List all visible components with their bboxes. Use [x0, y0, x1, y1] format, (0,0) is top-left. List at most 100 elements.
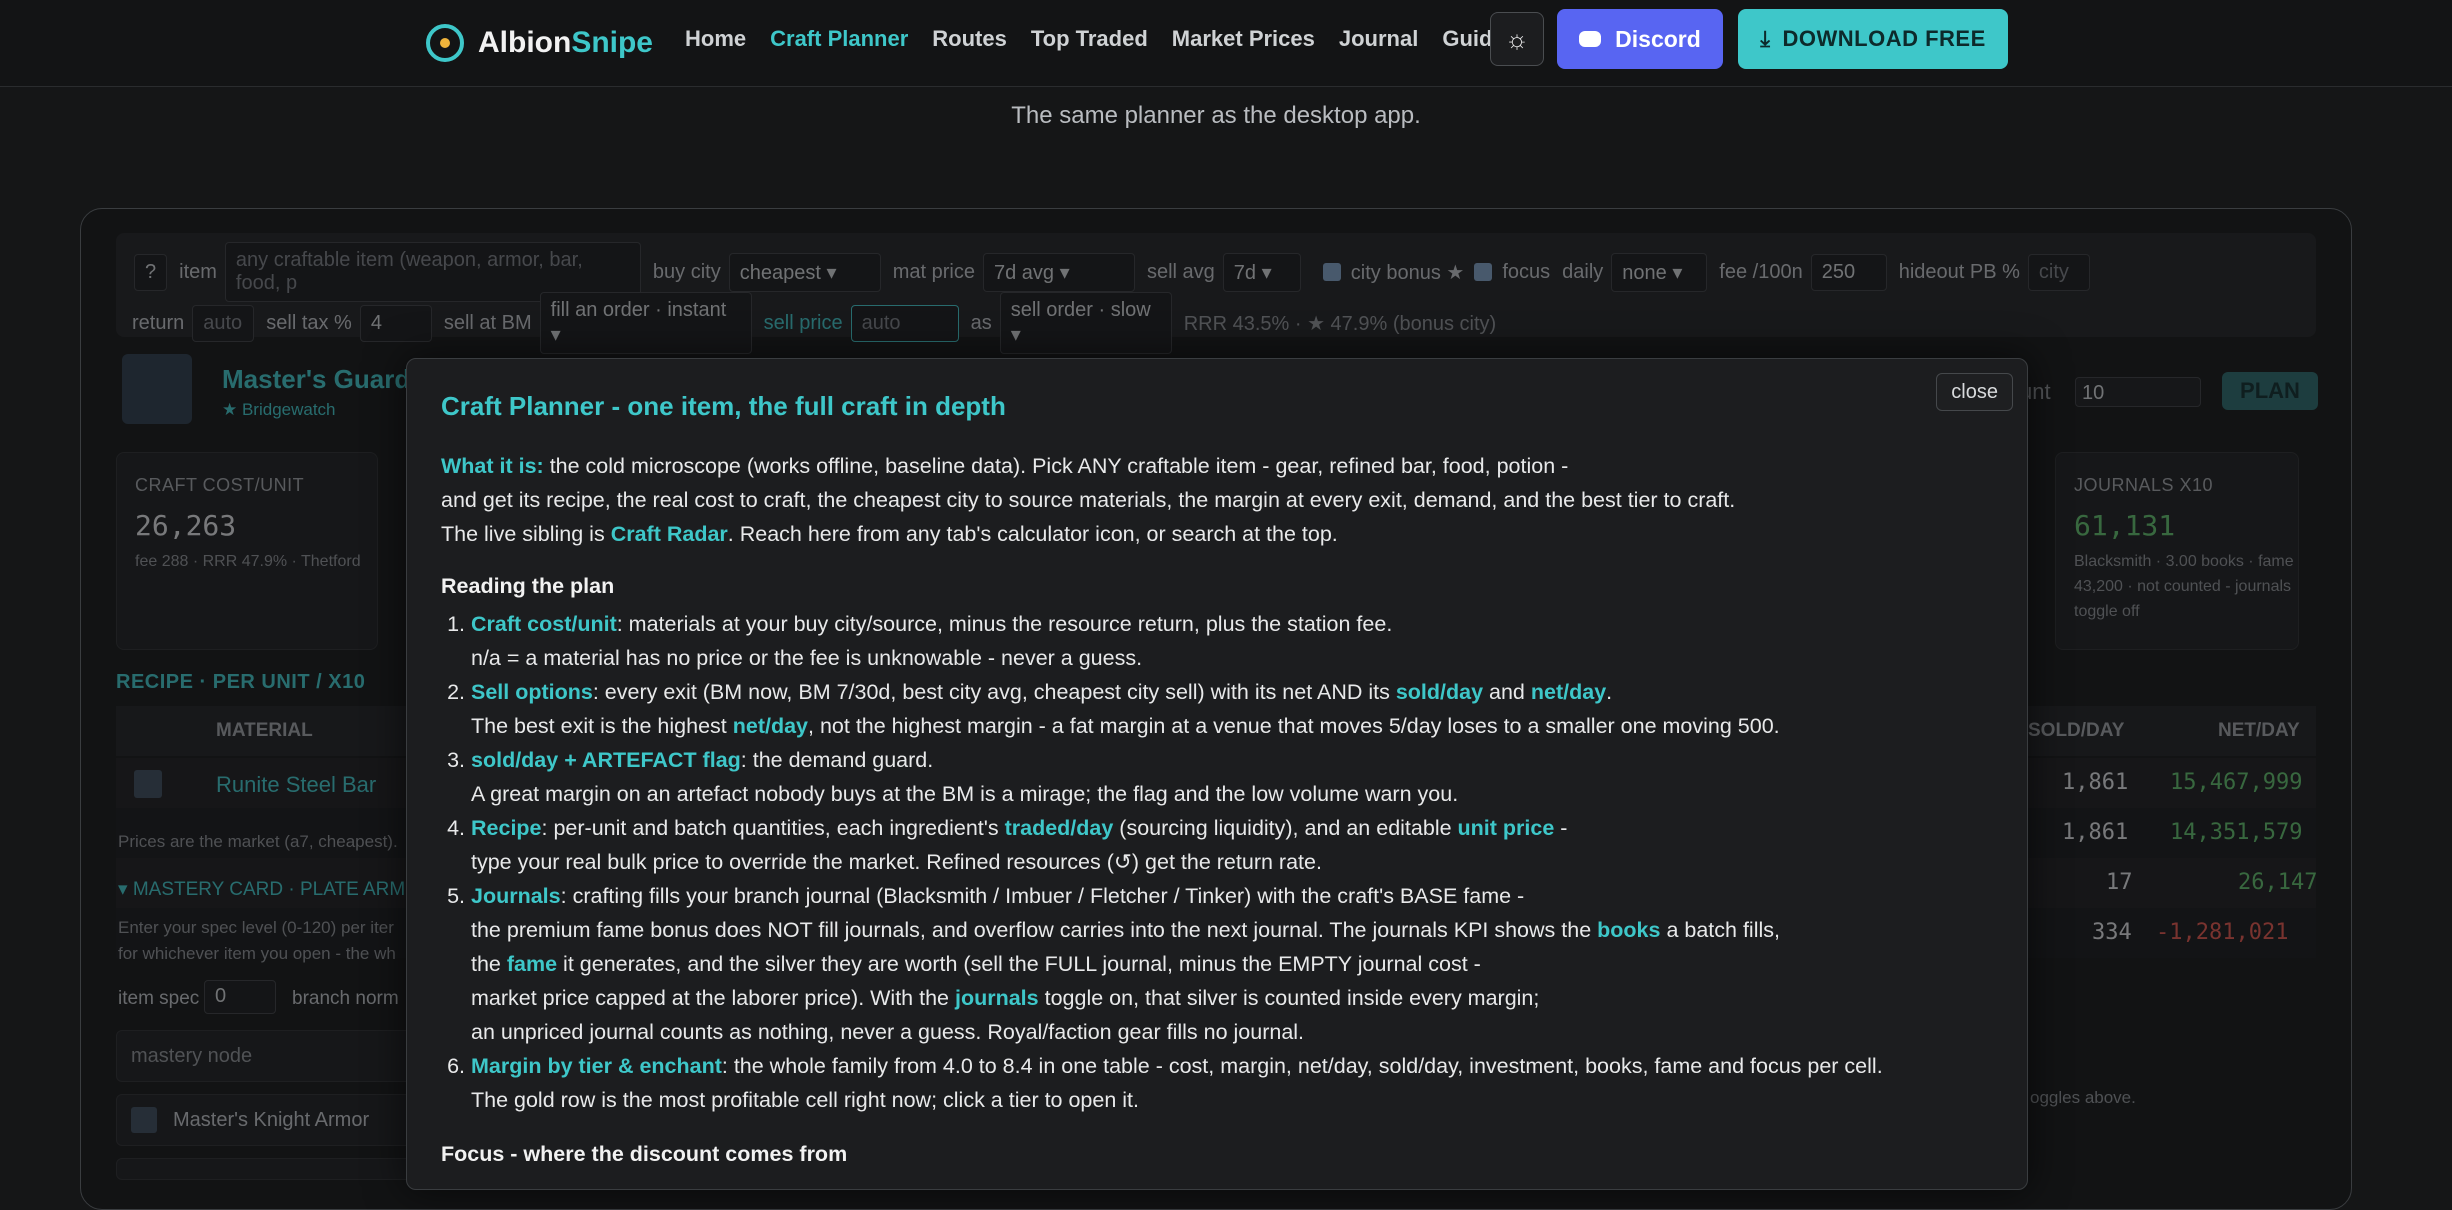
fee-label: fee /100n	[1719, 260, 1803, 283]
nav-link-craft-planner[interactable]: Craft Planner	[770, 26, 908, 52]
kpi-journals: JOURNALS X10 61,131 Blacksmith · 3.00 bo…	[2055, 452, 2299, 650]
top-nav: AlbionSnipe Home Craft Planner Routes To…	[0, 0, 2452, 87]
item-thumbnail	[122, 354, 192, 424]
kpi-craft-cost: CRAFT COST/UNIT 26,263 fee 288 · RRR 47.…	[116, 452, 378, 650]
sell-avg-select[interactable]: 7d ▾	[1222, 252, 1301, 292]
discord-label: Discord	[1615, 25, 1701, 52]
net-day-value: -1,281,021	[2156, 920, 2289, 945]
sell-tax-input[interactable]: 4	[359, 304, 432, 342]
download-label: DOWNLOAD FREE	[1782, 26, 1986, 51]
sold-day-value: 1,861	[2062, 820, 2129, 845]
craft-radar-link[interactable]: Craft Radar	[611, 522, 728, 546]
reading-heading: Reading the plan	[441, 574, 615, 598]
mastery-node-item[interactable]: Master's Knight Armor	[116, 1094, 416, 1146]
net-day-value: 26,147	[2238, 870, 2318, 895]
mastery-line-1: Enter your spec level (0-120) per iter	[118, 918, 394, 937]
sell-price-label: sell price	[763, 311, 843, 334]
buy-city-select[interactable]: cheapest ▾	[728, 252, 881, 292]
modal-body: What it is: the cold microscope (works o…	[441, 449, 2001, 1175]
daily-select[interactable]: none ▾	[1611, 252, 1708, 292]
focus-checkbox[interactable]	[1474, 263, 1493, 281]
download-free-button[interactable]: ⤓ DOWNLOAD FREE	[1738, 9, 2008, 69]
nav-link-market-prices[interactable]: Market Prices	[1172, 26, 1315, 52]
branch-norm-label: branch norm	[292, 988, 399, 1009]
mastery-card-title[interactable]: ▾ MASTERY CARD · PLATE ARMO	[118, 878, 420, 901]
modal-title: Craft Planner - one item, the full craft…	[441, 391, 1006, 421]
mastery-line-2: for whichever item you open - the wh	[118, 944, 396, 963]
list-item: Margin by tier & enchant: the whole fami…	[471, 1049, 2001, 1117]
city-bonus-label: city bonus ★	[1350, 261, 1465, 284]
mat-price-select[interactable]: 7d avg ▾	[982, 252, 1135, 292]
sell-price-input[interactable]: auto	[850, 304, 959, 342]
what-text-3: The live sibling is Craft Radar. Reach h…	[441, 522, 1338, 546]
as-select[interactable]: sell order · slow ▾	[999, 292, 1172, 354]
nav-link-home[interactable]: Home	[685, 26, 746, 52]
reading-list: Craft cost/unit: materials at your buy c…	[441, 607, 2001, 1117]
net-day-value: 14,351,579	[2170, 820, 2303, 845]
discord-icon	[1579, 31, 1602, 47]
sell-at-bm-select[interactable]: fill an order · instant ▾	[539, 292, 752, 354]
what-it-is-label: What it is:	[441, 454, 544, 478]
hideout-label: hideout PB %	[1898, 260, 2020, 283]
what-it-is-paragraph: What it is: the cold microscope (works o…	[441, 449, 2001, 483]
prices-note: Prices are the market (a7, cheapest).	[118, 832, 398, 851]
as-label: as	[970, 311, 992, 334]
amount-input[interactable]: 10	[2075, 377, 2201, 407]
hero-subtitle: The same planner as the desktop app.	[1011, 102, 1421, 129]
toggles-note-visible: oggles above.	[2030, 1088, 2136, 1107]
fee-input[interactable]: 250	[1810, 253, 1887, 291]
help-modal: close Craft Planner - one item, the full…	[406, 358, 2028, 1190]
kpi-note: Blacksmith · 3.00 books · fame 43,200 · …	[2074, 553, 2294, 620]
nav-link-journal[interactable]: Journal	[1339, 26, 1418, 52]
list-item: Sell options: every exit (BM now, BM 7/3…	[471, 675, 2001, 743]
focus-heading: Focus - where the discount comes from	[441, 1142, 848, 1166]
city-bonus-checkbox[interactable]	[1322, 263, 1341, 281]
net-day-value: 15,467,999	[2170, 770, 2303, 795]
mastery-node-select[interactable]: mastery node	[116, 1030, 416, 1082]
kpi-note: fee 288 · RRR 47.9% · Thetford	[135, 553, 361, 570]
sell-at-bm-label: sell at BM	[443, 311, 532, 334]
sold-day-value: 334	[2092, 920, 2132, 945]
help-button[interactable]: ?	[134, 253, 168, 291]
discord-button[interactable]: Discord	[1557, 9, 1723, 69]
return-label: return	[132, 311, 185, 334]
nav-link-routes[interactable]: Routes	[932, 26, 1007, 52]
kpi-value: 61,131	[2074, 509, 2176, 542]
sold-day-value: 1,861	[2062, 770, 2129, 795]
focus-label: focus	[1502, 260, 1551, 283]
material-name[interactable]: Runite Steel Bar	[216, 772, 376, 798]
mastery-node-item-label: Master's Knight Armor	[173, 1109, 370, 1131]
sell-avg-label: sell avg	[1146, 260, 1215, 283]
material-icon	[134, 770, 162, 798]
item-spec-label: item spec	[118, 988, 200, 1009]
item-city: ★ Bridgewatch	[222, 400, 336, 419]
sold-day-value: 17	[2106, 870, 2133, 895]
item-label: item	[179, 260, 217, 283]
what-text-2: and get its recipe, the real cost to cra…	[441, 488, 1736, 512]
close-button[interactable]: close	[1936, 373, 2013, 411]
kpi-label: JOURNALS X10	[2074, 475, 2214, 495]
col-sold-day: SOLD/DAY	[2028, 720, 2125, 741]
nav-link-top-traded[interactable]: Top Traded	[1031, 26, 1148, 52]
nav-links: Home Craft Planner Routes Top Traded Mar…	[685, 26, 1541, 52]
download-icon: ⤓	[1760, 26, 1771, 51]
kpi-value: 26,263	[135, 509, 237, 542]
list-item: Recipe: per-unit and batch quantities, e…	[471, 811, 2001, 879]
rrr-text: RRR 43.5% · ★ 47.9% (bonus city)	[1183, 312, 1497, 335]
mastery-node-item-partial	[116, 1158, 418, 1180]
buy-city-label: buy city	[652, 260, 721, 283]
brand-name: AlbionSnipe	[478, 26, 653, 59]
armor-icon	[131, 1107, 157, 1133]
list-item: Journals: crafting fills your branch jou…	[471, 879, 2001, 1049]
item-title: Master's Guardi	[222, 364, 418, 394]
controls-row-2: return auto sell tax % 4 sell at BM fill…	[132, 292, 1496, 354]
plan-button[interactable]: PLAN	[2222, 372, 2318, 410]
brand-logo[interactable]: AlbionSnipe	[426, 18, 653, 68]
mat-price-label: mat price	[892, 260, 975, 283]
list-item: Craft cost/unit: materials at your buy c…	[471, 607, 2001, 675]
theme-toggle-sun-icon[interactable]: ☼	[1490, 12, 1544, 66]
return-input[interactable]: auto	[192, 304, 255, 342]
hideout-input[interactable]: city	[2027, 253, 2090, 291]
item-spec-input[interactable]: 0	[204, 980, 276, 1014]
list-item: sold/day + ARTEFACT flag: the demand gua…	[471, 743, 2001, 811]
